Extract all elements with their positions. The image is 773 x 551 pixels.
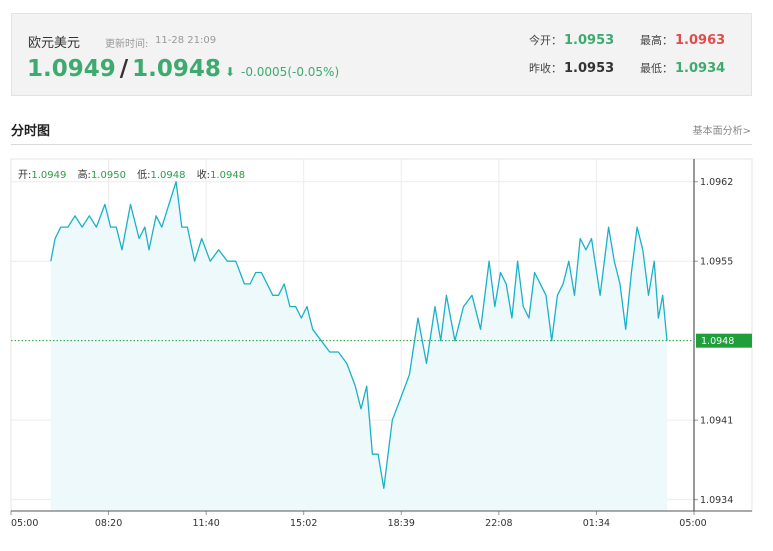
y-tick-label: 1.0941 [700,416,733,427]
x-tick-label: 22:08 [485,518,512,529]
ohlc-open-value: 1.0949 [31,170,67,181]
x-tick-label: 01:34 [583,518,610,529]
intraday-chart[interactable]: 05:00 08:20 11:40 15:02 18:39 22:08 01:34 05:00… [0,0,773,551]
y-tick-label: 1.0934 [700,495,733,506]
x-tick-label: 11:40 [192,518,219,529]
ohlc-readout: 开:1.0949 高:1.0950 低:1.0948 收:1.0948 [18,166,253,181]
ohlc-high-label: 高: [77,170,91,181]
ohlc-low-value: 1.0948 [150,170,186,181]
x-tick-label: 18:39 [388,518,415,529]
x-tick-label: 05:00 [11,518,38,529]
last-price-tag-label: 1.0948 [701,336,734,347]
x-tick-label: 15:02 [290,518,317,529]
y-tick-label: 1.0955 [700,257,733,268]
ohlc-low-label: 低: [137,170,151,181]
x-tick-label: 05:00 [679,518,706,529]
ohlc-close-label: 收: [196,170,211,181]
ohlc-close-value: 1.0948 [210,170,246,181]
ohlc-open-label: 开: [18,170,32,181]
ohlc-high-value: 1.0950 [90,170,126,181]
x-tick-label: 08:20 [95,518,122,529]
y-tick-label: 1.0962 [700,177,733,188]
